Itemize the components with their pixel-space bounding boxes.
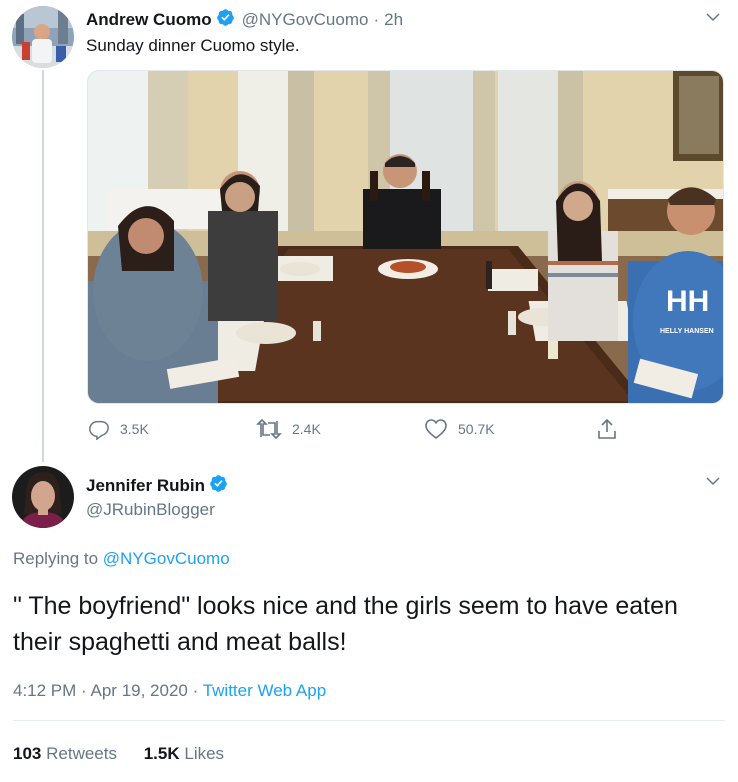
retweet-icon: [256, 418, 282, 440]
tweet2-source-link[interactable]: Twitter Web App: [203, 681, 326, 700]
like-button[interactable]: 50.7K: [424, 418, 495, 440]
like-icon: [425, 419, 447, 440]
share-button[interactable]: [596, 418, 628, 440]
meta-separator-2: ·: [192, 681, 199, 700]
retweet-button[interactable]: 2.4K: [256, 418, 321, 440]
tweet2-name-row: Jennifer Rubin: [86, 474, 228, 498]
tweet1-handle[interactable]: @NYGovCuomo: [242, 10, 369, 30]
tweet1-author-name[interactable]: Andrew Cuomo: [86, 10, 212, 30]
cuomo-avatar[interactable]: [12, 6, 74, 68]
reply-button[interactable]: 3.5K: [88, 418, 149, 440]
reply-count: 3.5K: [120, 421, 149, 437]
meta-separator-1: ·: [81, 681, 87, 700]
tweet2-stats: 103 Retweets 1.5K Likes: [13, 744, 224, 764]
tweet1-action-bar: 3.5K 2.4K 50.7K: [88, 418, 728, 444]
tweet2-handle[interactable]: @JRubinBlogger: [86, 500, 215, 520]
share-icon: [598, 418, 616, 439]
retweets-count: 103: [13, 744, 42, 763]
tweet2-date[interactable]: Apr 19, 2020: [91, 681, 188, 700]
tweet2-handle-row: @JRubinBlogger: [86, 500, 215, 520]
divider-top: [13, 720, 725, 721]
tweet2-chevron-down-icon[interactable]: [704, 472, 722, 495]
likes-count: 1.5K: [143, 744, 180, 763]
like-count: 50.7K: [458, 421, 495, 437]
likes-label: Likes: [184, 744, 225, 763]
retweets-stat[interactable]: 103 Retweets: [13, 744, 117, 763]
reply-icon: [89, 420, 109, 440]
tweet1-text: Sunday dinner Cuomo style.: [86, 36, 300, 55]
rubin-avatar[interactable]: [12, 466, 74, 528]
tweet2-text: " The boyfriend" looks nice and the girl…: [13, 592, 678, 656]
tweet1-time[interactable]: 2h: [384, 10, 403, 30]
tweet2-author-name[interactable]: Jennifer Rubin: [86, 476, 205, 496]
replying-to-line: Replying to @NYGovCuomo: [13, 549, 230, 569]
tweet1-separator: ·: [373, 10, 380, 29]
tweet1-photo[interactable]: HH HELLY HANSEN: [87, 70, 724, 404]
tweet1-header: Andrew Cuomo @NYGovCuomo · 2h: [86, 8, 403, 32]
replying-to-prefix: Replying to: [13, 549, 99, 568]
retweets-label: Retweets: [46, 744, 117, 763]
tweet1-chevron-down-icon[interactable]: [704, 8, 722, 31]
thread-connector-line: [42, 70, 44, 462]
tweet2-meta: 4:12 PM · Apr 19, 2020 · Twitter Web App: [13, 681, 326, 701]
photo-shirt-brand: HELLY HANSEN: [660, 328, 714, 335]
likes-stat[interactable]: 1.5K Likes: [144, 744, 224, 763]
tweet2-time[interactable]: 4:12 PM: [13, 681, 76, 700]
verified-badge-icon: [216, 8, 235, 32]
replying-to-link[interactable]: @NYGovCuomo: [103, 549, 230, 568]
retweet-count: 2.4K: [292, 421, 321, 437]
verified-badge-icon: [209, 474, 228, 498]
photo-shirt-logo: HH: [666, 285, 709, 318]
